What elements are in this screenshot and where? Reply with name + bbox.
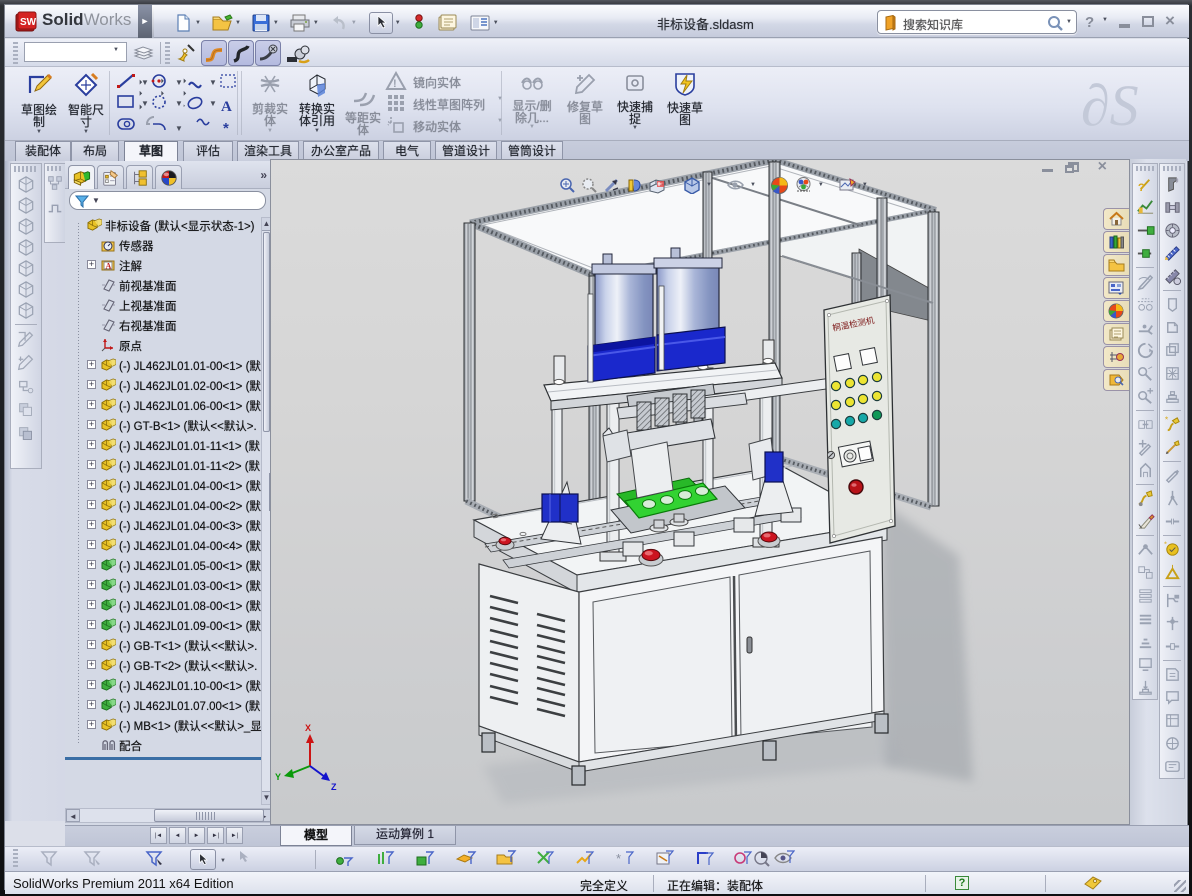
svg-text:!: ! [393, 78, 397, 90]
svg-text:X: X [305, 723, 311, 733]
svg-text:▼: ▼ [175, 99, 183, 108]
svg-text:*: * [616, 851, 621, 866]
svg-text:Y: Y [275, 772, 281, 782]
svg-text:A: A [106, 262, 112, 271]
svg-text:*: * [1164, 415, 1168, 425]
svg-text:▼: ▼ [141, 99, 149, 108]
svg-text:▼: ▼ [175, 78, 183, 87]
svg-text:SW: SW [20, 17, 37, 28]
svg-text:▼: ▼ [209, 78, 217, 87]
svg-text:▼: ▼ [175, 124, 183, 133]
svg-text:∂S: ∂S [1081, 75, 1139, 137]
svg-text:Z: Z [331, 782, 337, 792]
svg-text:*: * [1163, 540, 1166, 549]
svg-text:?: ? [1137, 182, 1144, 194]
svg-text:*: * [223, 120, 229, 137]
svg-text:▼: ▼ [141, 78, 149, 87]
svg-text:▼: ▼ [209, 99, 217, 108]
svg-text:A: A [221, 99, 232, 115]
